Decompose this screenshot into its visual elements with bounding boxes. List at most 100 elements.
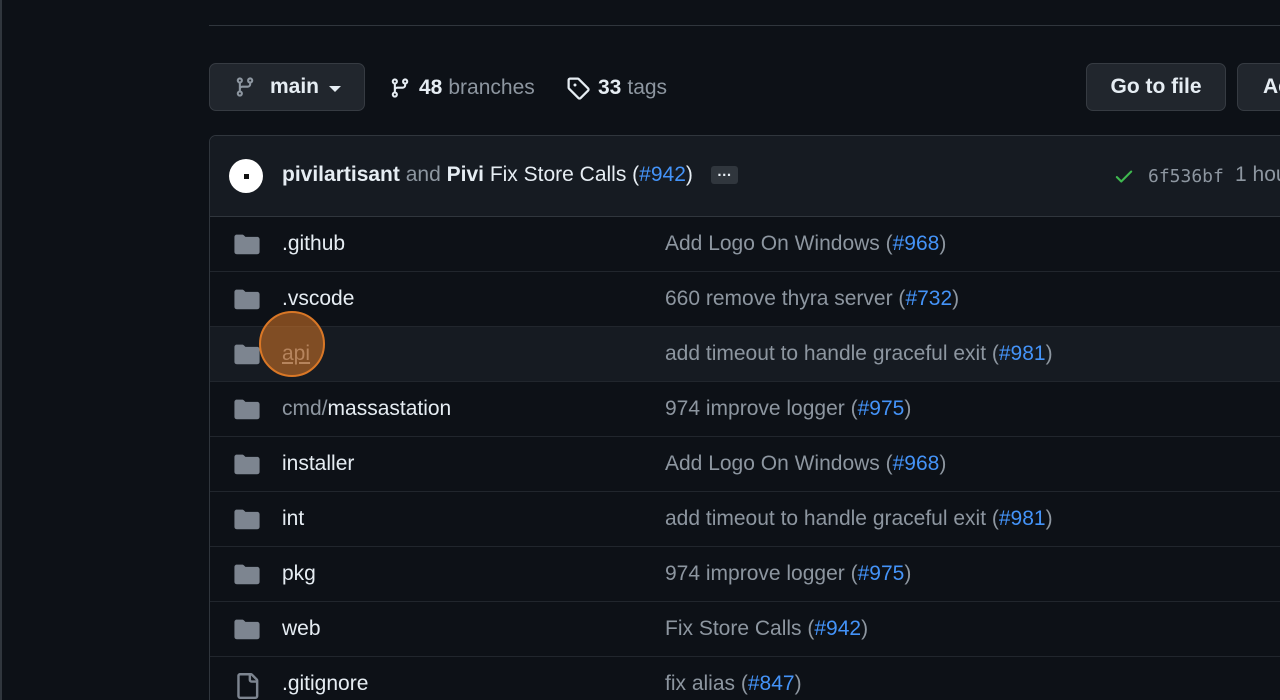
file-row[interactable]: .github Add Logo On Windows (#968) (210, 217, 1280, 272)
branches-link[interactable]: 48 branches (389, 73, 535, 103)
commit-message-link[interactable]: Fix Store Calls ( (490, 163, 639, 186)
file-commit-message[interactable]: Add Logo On Windows (#968) (665, 452, 946, 476)
commit-summary: pivilartisant and Pivi Fix Store Calls (… (282, 163, 738, 187)
file-name-link[interactable]: pkg (282, 562, 316, 586)
commit-pr-link[interactable]: #942 (639, 163, 686, 186)
commit-sha-link[interactable]: 6f536bf (1148, 166, 1224, 187)
file-commit-message[interactable]: 974 improve logger (#975) (665, 562, 911, 586)
file-commit-text: add timeout to handle graceful exit ( (665, 342, 999, 365)
file-name-link[interactable]: installer (282, 452, 354, 476)
file-commit-message[interactable]: Add Logo On Windows (#968) (665, 232, 946, 256)
file-rows: .github Add Logo On Windows (#968) .vsco… (210, 217, 1280, 700)
file-name-link[interactable]: .gitignore (282, 672, 368, 696)
path-prefix: cmd/ (282, 397, 328, 420)
folder-icon (234, 509, 260, 530)
file-icon (237, 673, 259, 699)
file-name-link[interactable]: .github (282, 232, 345, 256)
file-row[interactable]: cmd/massastation 974 improve logger (#97… (210, 382, 1280, 437)
folder-icon (234, 289, 260, 310)
file-commit-pr-link[interactable]: #975 (858, 397, 905, 420)
file-list-box: pivilartisant and Pivi Fix Store Calls (… (209, 135, 1280, 700)
file-commit-pr-link[interactable]: #981 (999, 507, 1046, 530)
file-commit-close: ) (939, 232, 947, 255)
file-name: web (282, 617, 321, 640)
file-commit-message[interactable]: 660 remove thyra server (#732) (665, 287, 959, 311)
file-name-link[interactable]: int (282, 507, 304, 531)
folder-icon (234, 619, 260, 640)
file-name: .vscode (282, 287, 355, 310)
folder-icon (234, 454, 260, 475)
tags-label: tags (627, 76, 668, 99)
file-commit-text: Fix Store Calls ( (665, 617, 815, 640)
branches-count: 48 (419, 76, 443, 99)
file-commit-pr-link[interactable]: #975 (858, 562, 905, 585)
file-name: .gitignore (282, 672, 369, 695)
file-commit-message[interactable]: Fix Store Calls (#942) (665, 617, 868, 641)
avatar-mark (243, 173, 249, 179)
file-row[interactable]: pkg 974 improve logger (#975) (210, 547, 1280, 602)
file-commit-pr-link[interactable]: #847 (748, 672, 795, 695)
folder-icon (234, 564, 260, 585)
check-icon[interactable] (1113, 165, 1135, 187)
file-commit-close: ) (794, 672, 802, 695)
file-commit-close: ) (1045, 342, 1053, 365)
file-commit-pr-link[interactable]: #981 (999, 342, 1046, 365)
commit-close-paren: ) (685, 163, 693, 186)
file-row[interactable]: .vscode 660 remove thyra server (#732) (210, 272, 1280, 327)
repo-page: main 48 branches 33 tags Go to file Ac p… (0, 0, 1280, 700)
file-commit-close: ) (904, 397, 912, 420)
file-commit-text: add timeout to handle graceful exit ( (665, 507, 999, 530)
file-row[interactable]: .gitignore fix alias (#847) (210, 657, 1280, 700)
go-to-file-button[interactable]: Go to file (1086, 63, 1226, 111)
folder-icon (234, 399, 260, 420)
file-row[interactable]: web Fix Store Calls (#942) (210, 602, 1280, 657)
file-commit-pr-link[interactable]: #942 (814, 617, 861, 640)
branch-label: main (270, 75, 320, 98)
git-branch-icon (391, 78, 409, 98)
file-name: pkg (282, 562, 316, 585)
file-commit-text: Add Logo On Windows ( (665, 452, 893, 475)
file-commit-message[interactable]: fix alias (#847) (665, 672, 802, 696)
file-row[interactable]: api add timeout to handle graceful exit … (210, 327, 1280, 382)
latest-commit-bar: pivilartisant and Pivi Fix Store Calls (… (210, 136, 1280, 217)
tag-icon (567, 77, 590, 100)
file-name-link[interactable]: .vscode (282, 287, 354, 311)
expand-commit-button[interactable]: … (710, 164, 738, 185)
file-commit-text: 974 improve logger ( (665, 562, 858, 585)
header-divider (209, 25, 1280, 26)
file-name-link[interactable]: api (282, 342, 310, 366)
file-commit-message[interactable]: add timeout to handle graceful exit (#98… (665, 342, 1053, 366)
file-commit-pr-link[interactable]: #968 (893, 452, 940, 475)
file-name-link[interactable]: cmd/massastation (282, 397, 451, 421)
folder-icon (234, 344, 260, 365)
file-name: int (282, 507, 305, 530)
file-commit-pr-link[interactable]: #968 (893, 232, 940, 255)
file-name-link[interactable]: web (282, 617, 321, 641)
commit-author-link[interactable]: pivilartisant (282, 163, 400, 186)
file-commit-text: 660 remove thyra server ( (665, 287, 906, 310)
file-commit-close: ) (861, 617, 869, 640)
add-file-button[interactable]: Ac (1237, 63, 1280, 111)
file-name: .github (282, 232, 346, 255)
file-name: api (282, 342, 311, 365)
commit-coauthor-link[interactable]: Pivi (447, 163, 484, 186)
file-commit-text: Add Logo On Windows ( (665, 232, 893, 255)
left-border (0, 0, 2, 700)
chevron-down-icon (329, 85, 342, 92)
commit-time: 1 hou (1235, 163, 1280, 186)
file-commit-close: ) (952, 287, 960, 310)
avatar[interactable] (229, 159, 263, 193)
git-branch-icon (236, 77, 254, 97)
file-commit-message[interactable]: 974 improve logger (#975) (665, 397, 911, 421)
file-commit-close: ) (904, 562, 912, 585)
file-commit-pr-link[interactable]: #732 (905, 287, 952, 310)
branch-select-button[interactable]: main (209, 63, 365, 111)
file-commit-message[interactable]: add timeout to handle graceful exit (#98… (665, 507, 1053, 531)
tags-count: 33 (598, 76, 622, 99)
branches-label: branches (448, 76, 535, 99)
file-row[interactable]: installer Add Logo On Windows (#968) (210, 437, 1280, 492)
folder-icon (234, 234, 260, 255)
tags-link[interactable]: 33 tags (566, 73, 667, 103)
file-row[interactable]: int add timeout to handle graceful exit … (210, 492, 1280, 547)
file-name: installer (282, 452, 355, 475)
